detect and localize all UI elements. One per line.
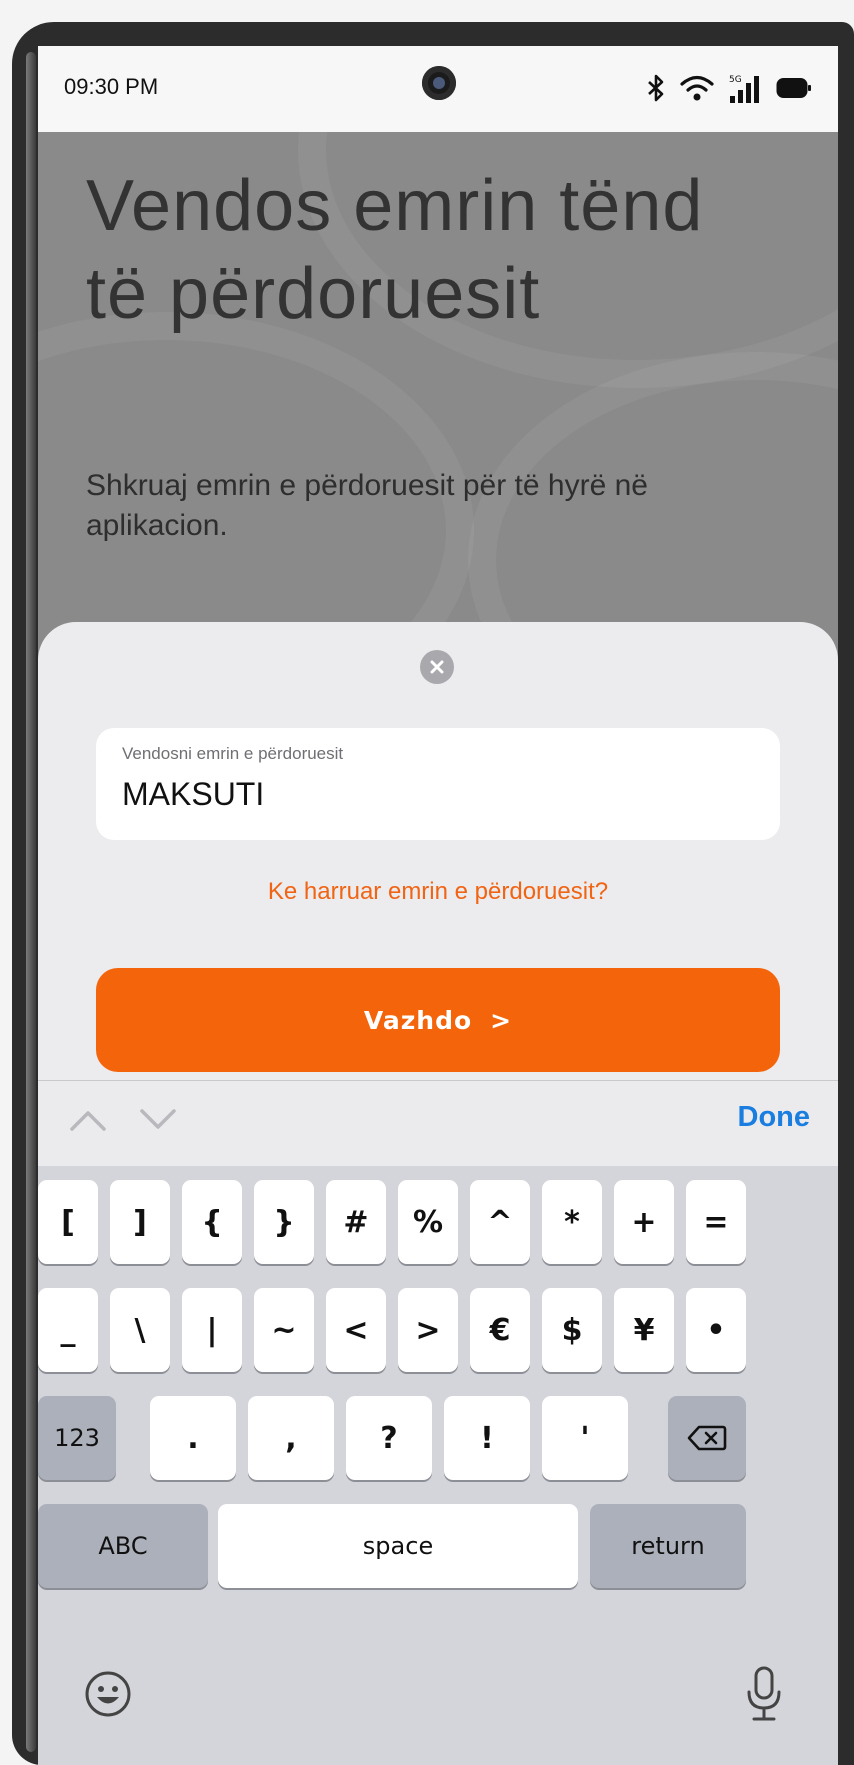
key[interactable]: ^ xyxy=(470,1180,530,1264)
chevron-up-icon[interactable] xyxy=(68,1107,108,1133)
username-sheet: Vendosni emrin e përdoruesit Ke harruar … xyxy=(38,622,838,1142)
front-camera xyxy=(422,66,456,100)
key[interactable]: _ xyxy=(38,1288,98,1372)
username-input[interactable] xyxy=(122,776,752,813)
key[interactable]: ? xyxy=(346,1396,432,1480)
numbers-mode-key[interactable]: 123 xyxy=(38,1396,116,1480)
key[interactable]: , xyxy=(248,1396,334,1480)
username-field-label: Vendosni emrin e përdoruesit xyxy=(122,744,344,763)
status-icons: 5G xyxy=(646,68,812,108)
page-title: Vendos emrin tënd të përdoruesit xyxy=(86,166,704,334)
emoji-icon[interactable] xyxy=(84,1670,132,1718)
key[interactable]: % xyxy=(398,1180,458,1264)
wifi-icon xyxy=(680,75,714,101)
key[interactable]: ' xyxy=(542,1396,628,1480)
key[interactable]: ¥ xyxy=(614,1288,674,1372)
username-field[interactable]: Vendosni emrin e përdoruesit xyxy=(96,728,780,840)
return-key[interactable]: return xyxy=(590,1504,746,1588)
page-subtitle: Shkruaj emrin e përdoruesit për të hyrë … xyxy=(86,469,648,542)
abc-key[interactable]: ABC xyxy=(38,1504,208,1588)
chevron-right-icon: > xyxy=(490,1005,513,1035)
key[interactable]: . xyxy=(150,1396,236,1480)
status-bar: 09:30 PM 5G xyxy=(38,46,838,132)
network-label: 5G xyxy=(729,75,742,85)
battery-icon xyxy=(776,78,811,98)
key[interactable]: [ xyxy=(38,1180,98,1264)
keyboard: [ ] { } # % ^ * + = _ \ | ~ < > € $ ¥ • … xyxy=(38,1166,838,1765)
microphone-icon[interactable] xyxy=(744,1664,784,1724)
key[interactable]: | xyxy=(182,1288,242,1372)
key[interactable]: € xyxy=(470,1288,530,1372)
close-icon xyxy=(430,660,444,674)
backspace-icon xyxy=(687,1425,727,1451)
key[interactable]: * xyxy=(542,1180,602,1264)
key[interactable]: > xyxy=(398,1288,458,1372)
header-section: Vendos emrin tënd të përdoruesit Shkruaj… xyxy=(38,132,838,692)
key[interactable]: • xyxy=(686,1288,746,1372)
delete-key[interactable] xyxy=(668,1396,746,1480)
key[interactable]: ~ xyxy=(254,1288,314,1372)
forgot-username-link[interactable]: Ke harruar emrin e përdoruesit? xyxy=(38,878,838,906)
status-time: 09:30 PM xyxy=(64,74,159,99)
close-button[interactable] xyxy=(420,650,454,684)
stage: 09:30 PM 5G Vendos emrin tënd të përdoru… xyxy=(0,0,854,1765)
space-key[interactable]: space xyxy=(218,1504,578,1588)
done-button[interactable]: Done xyxy=(738,1101,811,1134)
bluetooth-icon xyxy=(648,74,664,102)
continue-button-label: Vazhdo xyxy=(363,1005,473,1035)
key[interactable]: { xyxy=(182,1180,242,1264)
key[interactable]: + xyxy=(614,1180,674,1264)
bezel-edge xyxy=(26,52,36,1752)
key[interactable]: < xyxy=(326,1288,386,1372)
key[interactable]: ! xyxy=(444,1396,530,1480)
key[interactable]: } xyxy=(254,1180,314,1264)
5g-signal-icon: 5G xyxy=(729,75,759,103)
screen: 09:30 PM 5G Vendos emrin tënd të përdoru… xyxy=(38,46,838,1765)
continue-button[interactable]: Vazhdo > xyxy=(96,968,780,1072)
key[interactable]: = xyxy=(686,1180,746,1264)
key[interactable]: \ xyxy=(110,1288,170,1372)
chevron-down-icon[interactable] xyxy=(138,1107,178,1133)
key[interactable]: ] xyxy=(110,1180,170,1264)
keyboard-toolbar: Done xyxy=(38,1080,838,1167)
key[interactable]: # xyxy=(326,1180,386,1264)
key[interactable]: $ xyxy=(542,1288,602,1372)
